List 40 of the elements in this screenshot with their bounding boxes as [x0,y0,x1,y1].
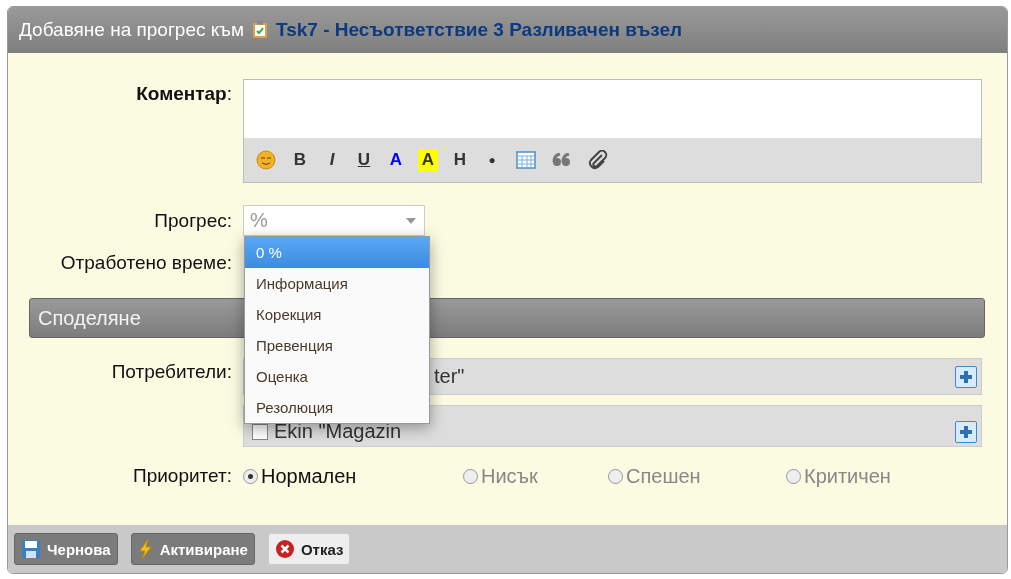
user-name: ter" [434,365,465,388]
add-button[interactable] [955,421,977,443]
dropdown-option[interactable]: Оценка [245,361,429,392]
format-button[interactable]: I [322,149,342,171]
worked-time-label: Отработено време: [59,252,232,274]
dropdown-option[interactable]: Информация [245,268,429,299]
format-button[interactable]: A [386,149,406,171]
plus-icon [959,369,973,384]
checkbox[interactable] [252,424,268,440]
comment-label: Коментар: [135,82,232,105]
dropdown-arrow-icon [406,218,416,224]
dropdown-option[interactable]: Корекция [245,299,429,330]
table-button[interactable] [514,148,538,172]
quote-icon [552,153,572,167]
activate-button[interactable]: Активиране [130,533,255,565]
format-button[interactable]: A [418,149,438,171]
priority-label: Приоритет: [132,465,232,487]
dropdown-option[interactable]: Резолюция [245,392,429,423]
user-name: Ekin "Magazin [274,420,402,443]
progress-label: Прогрес: [153,209,232,232]
add-button[interactable] [955,365,977,388]
format-button[interactable]: ● [482,149,502,171]
draft-button[interactable]: Чернова [14,533,118,565]
format-button[interactable]: U [354,149,374,171]
format-button[interactable]: H [450,149,470,171]
cancel-icon [274,539,295,559]
paperclip-icon [588,150,608,170]
table-icon [516,151,536,169]
lightning-icon [137,538,154,560]
comment-field[interactable] [244,80,981,138]
smiley-icon [256,150,276,170]
users-label: Потребители: [110,360,232,383]
window-title: Добавяне на прогрес към [19,19,245,41]
priority-radio[interactable]: Нормален [243,465,463,488]
emoji-button[interactable] [254,148,278,172]
plus-icon [959,425,973,439]
attach-button[interactable] [586,148,610,172]
clipboard-icon [252,21,269,39]
format-button[interactable]: B [290,149,310,171]
cancel-button[interactable]: Отказ [267,533,351,565]
